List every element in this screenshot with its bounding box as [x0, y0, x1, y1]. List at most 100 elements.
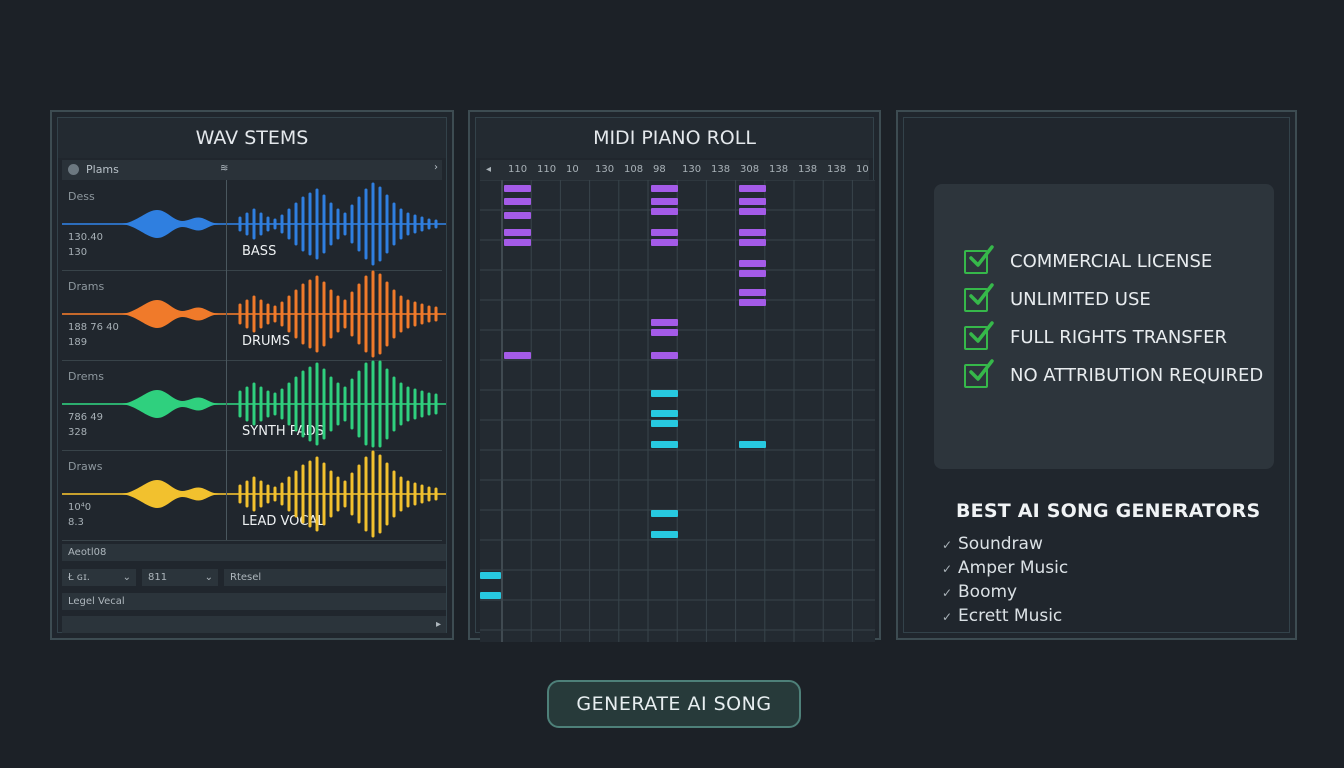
midi-note[interactable] [651, 239, 678, 246]
midi-note[interactable] [739, 260, 766, 267]
check-icon: ✓ [942, 586, 953, 600]
midi-note[interactable] [739, 229, 766, 236]
stem-name-field[interactable]: Aeotl08 [62, 544, 446, 561]
checkbox-checked-icon [964, 321, 994, 350]
panel-title: WAV STEMS [58, 118, 446, 158]
stem-track-field[interactable]: Legel Vecal [62, 593, 446, 610]
midi-note[interactable] [504, 229, 531, 236]
stem-track-value: Legel Vecal [68, 596, 125, 607]
check-icon: ✓ [942, 562, 953, 576]
midi-frame: MIDI PIANO ROLL ◂ 110 110 10 130 108 98 130 138… [475, 117, 875, 642]
waveform [62, 270, 446, 358]
stem-select-field-value: Rtesel [230, 572, 262, 583]
waveform-blob [122, 480, 222, 508]
check-icon: ✓ [942, 610, 953, 624]
midi-note[interactable] [504, 185, 531, 192]
stem-track[interactable]: Drems 786 49 328 SYNTH PADS [62, 360, 446, 451]
midi-note[interactable] [480, 572, 501, 579]
stem-select-1-value: Ł ɢɪ. [68, 572, 90, 583]
checkmark-icon [969, 359, 994, 381]
midi-note[interactable] [651, 531, 678, 538]
ruler-label: 130 [682, 164, 702, 175]
midi-note[interactable] [651, 441, 678, 448]
wav-stems-panel: WAV STEMS Plams ≋ › Dess 130.40 130 BASS Dra… [50, 110, 454, 640]
stem-select-field[interactable]: Rtesel [224, 569, 446, 586]
stems-header[interactable]: Plams ≋ › [62, 160, 442, 180]
stem-track[interactable]: Dess 130.40 130 BASS [62, 180, 446, 271]
ruler-label: 110 [508, 164, 528, 175]
generator-item: ✓ Ecrett Music [942, 606, 1062, 626]
generator-item: ✓ Boomy [942, 582, 1017, 602]
license-frame: COMMERCIAL LICENSE UNLIMITED USE FULL RIGH… [903, 117, 1290, 633]
midi-note[interactable] [739, 239, 766, 246]
chevron-down-icon: ⌄ [204, 572, 213, 583]
ruler-label: 138 [769, 164, 789, 175]
midi-note[interactable] [651, 198, 678, 205]
waveform [62, 182, 446, 266]
midi-note[interactable] [651, 410, 678, 417]
generator-item: ✓ Amper Music [942, 558, 1068, 578]
midi-note[interactable] [739, 198, 766, 205]
ruler-label: 138 [711, 164, 731, 175]
midi-note[interactable] [651, 390, 678, 397]
stem-select-2[interactable]: 811 ⌄ [142, 569, 218, 586]
waveform-blob [122, 210, 222, 238]
horizontal-scrollbar[interactable]: ▸ [62, 616, 446, 633]
midi-note[interactable] [651, 229, 678, 236]
midi-note[interactable] [739, 208, 766, 215]
midi-note[interactable] [739, 185, 766, 192]
check-icon: ✓ [942, 538, 953, 552]
midi-note[interactable] [651, 510, 678, 517]
generator-name: Ecrett Music [958, 606, 1063, 626]
midi-note[interactable] [651, 352, 678, 359]
feature-label: COMMERCIAL LICENSE [1010, 251, 1213, 272]
midi-note[interactable] [739, 441, 766, 448]
generator-name: Amper Music [958, 558, 1069, 578]
checkbox-checked-icon [964, 359, 994, 388]
midi-note[interactable] [739, 289, 766, 296]
panel-title: MIDI PIANO ROLL [476, 118, 873, 158]
checkmark-icon [969, 321, 994, 343]
playhead-line [226, 180, 227, 540]
chevron-down-icon: ⌄ [122, 572, 131, 583]
ruler-label: 308 [740, 164, 760, 175]
midi-note[interactable] [651, 319, 678, 326]
playhead-marker-icon: ≋ [220, 163, 229, 174]
midi-note[interactable] [739, 270, 766, 277]
timeline-ruler[interactable]: ◂ 110 110 10 130 108 98 130 138 308 138 138 138 10 [480, 160, 869, 180]
generator-name: Boomy [958, 582, 1018, 602]
generate-ai-song-button[interactable]: GENERATE AI SONG [547, 680, 801, 728]
midi-note[interactable] [651, 329, 678, 336]
stem-track[interactable]: Draws 10⁴0 8.3 LEAD VOCAL [62, 450, 446, 541]
ruler-label: 138 [827, 164, 847, 175]
checkmark-icon [969, 283, 994, 305]
midi-note[interactable] [480, 592, 501, 599]
midi-piano-roll-panel: MIDI PIANO ROLL ◂ 110 110 10 130 108 98 130 138… [468, 110, 881, 642]
ruler-label: 98 [653, 164, 666, 175]
midi-note[interactable] [504, 212, 531, 219]
ruler-label: 130 [595, 164, 615, 175]
midi-note[interactable] [651, 185, 678, 192]
midi-note[interactable] [651, 208, 678, 215]
ruler-start-icon[interactable]: ◂ [486, 164, 491, 175]
midi-note[interactable] [651, 420, 678, 427]
midi-note[interactable] [504, 352, 531, 359]
record-dot-icon[interactable] [68, 164, 79, 175]
stem-select-1[interactable]: Ł ɢɪ. ⌄ [62, 569, 136, 586]
midi-note[interactable] [739, 299, 766, 306]
generators-title: BEST AI SONG GENERATORS [956, 500, 1261, 522]
midi-note[interactable] [504, 198, 531, 205]
ruler-label: 10 [856, 164, 869, 175]
stems-header-label: Plams [86, 163, 119, 176]
stem-track[interactable]: Drams 188 76 40 189 DRUMS [62, 270, 446, 361]
feature-label: NO ATTRIBUTION REQUIRED [1010, 365, 1264, 386]
stem-select-2-value: 811 [148, 572, 168, 583]
scroll-right-icon[interactable]: ▸ [436, 616, 441, 633]
ruler-label: 138 [798, 164, 818, 175]
chevron-right-icon[interactable]: › [434, 162, 438, 173]
midi-note[interactable] [504, 239, 531, 246]
waveform-blob [122, 300, 222, 328]
piano-roll-grid[interactable] [480, 180, 875, 642]
waveform [62, 360, 446, 448]
features-box: COMMERCIAL LICENSE UNLIMITED USE FULL RIGH… [934, 184, 1274, 469]
